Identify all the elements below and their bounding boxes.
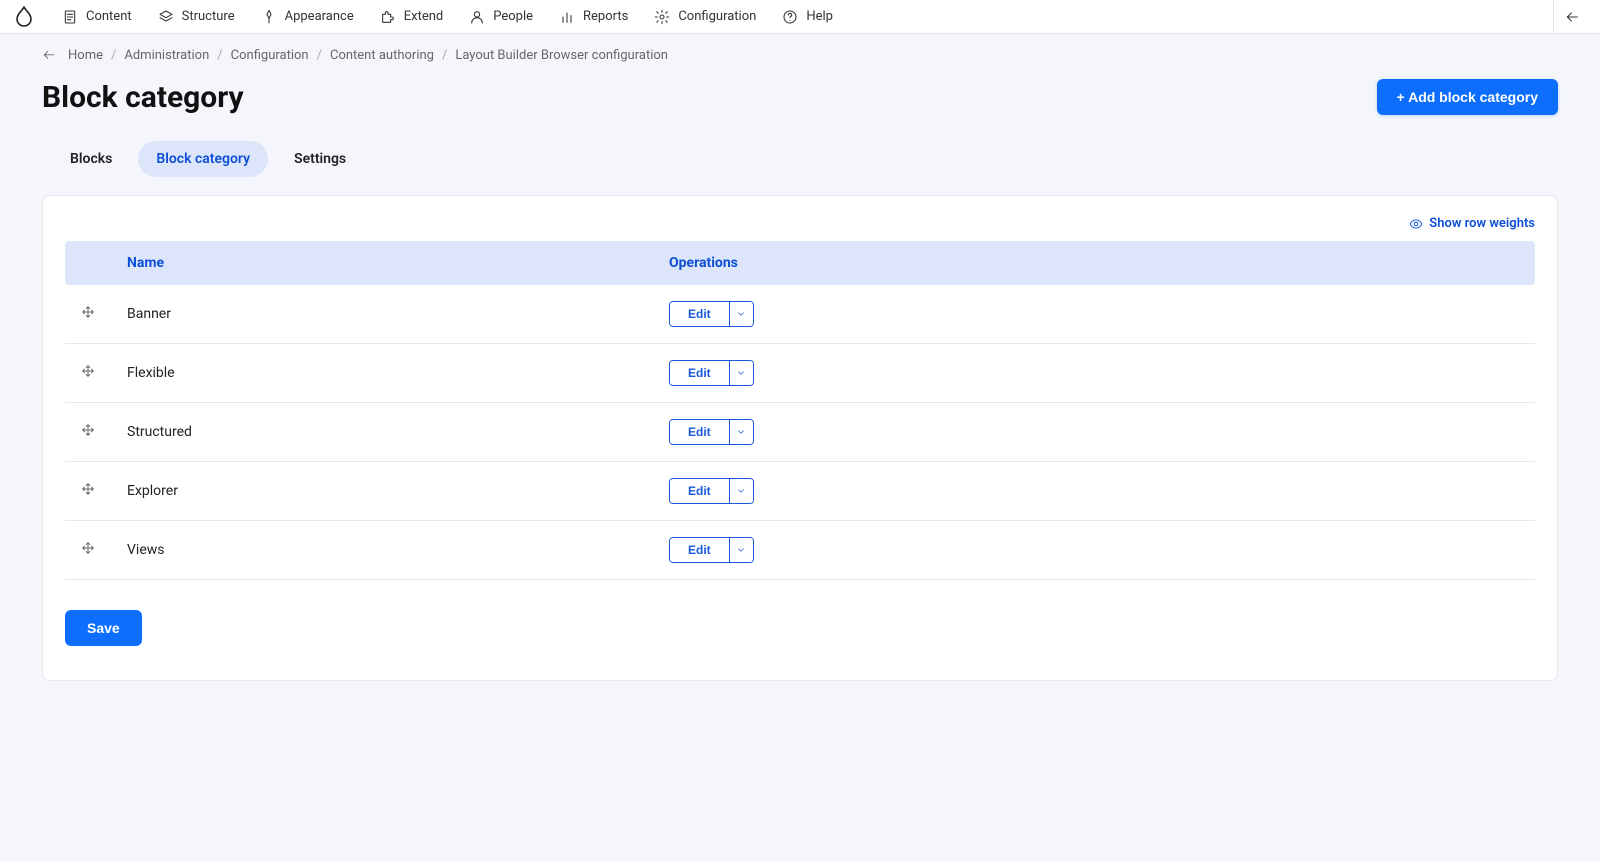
drag-handle-icon[interactable] bbox=[81, 482, 95, 496]
gear-icon bbox=[654, 9, 670, 25]
dropdown-toggle[interactable] bbox=[729, 361, 753, 385]
drupal-logo-icon[interactable] bbox=[12, 5, 36, 29]
toolbar-item-label: People bbox=[493, 9, 533, 24]
content-card: Show row weights Name Operations Banner E… bbox=[42, 195, 1558, 681]
operation-dropbutton: Edit bbox=[669, 360, 754, 386]
back-to-site-button[interactable] bbox=[1553, 0, 1590, 33]
edit-button[interactable]: Edit bbox=[670, 538, 729, 562]
edit-button[interactable]: Edit bbox=[670, 361, 729, 385]
operation-dropbutton: Edit bbox=[669, 301, 754, 327]
tab-settings[interactable]: Settings bbox=[276, 141, 364, 177]
category-table: Name Operations BannerEditFlexibleEditSt… bbox=[65, 241, 1535, 580]
row-name: Structured bbox=[111, 403, 653, 462]
toolbar-item-reports[interactable]: Reports bbox=[547, 3, 640, 31]
dropdown-toggle[interactable] bbox=[729, 479, 753, 503]
bar-chart-icon bbox=[559, 9, 575, 25]
row-name: Flexible bbox=[111, 344, 653, 403]
breadcrumb-item[interactable]: Configuration bbox=[231, 48, 309, 63]
row-name: Banner bbox=[111, 285, 653, 344]
help-icon bbox=[782, 9, 798, 25]
back-icon[interactable] bbox=[42, 49, 56, 63]
dropdown-toggle[interactable] bbox=[729, 538, 753, 562]
toolbar-item-content[interactable]: Content bbox=[50, 3, 144, 31]
add-block-category-button[interactable]: + Add block category bbox=[1377, 79, 1558, 115]
table-row: Explorer Edit bbox=[65, 462, 1535, 521]
toolbar-item-label: Reports bbox=[583, 9, 628, 24]
tabs: Blocks Block category Settings bbox=[0, 115, 1600, 177]
drag-handle-icon[interactable] bbox=[81, 541, 95, 555]
toolbar-item-label: Content bbox=[86, 9, 132, 24]
breadcrumb-item[interactable]: Administration bbox=[124, 48, 209, 63]
edit-button[interactable]: Edit bbox=[670, 302, 729, 326]
breadcrumb-item[interactable]: Layout Builder Browser configuration bbox=[455, 48, 668, 63]
edit-button[interactable]: Edit bbox=[670, 479, 729, 503]
row-name: Views bbox=[111, 521, 653, 580]
table-row: Banner Edit bbox=[65, 285, 1535, 344]
toolbar-item-help[interactable]: Help bbox=[770, 3, 845, 31]
chevron-down-icon bbox=[736, 545, 746, 555]
toolbar-item-configuration[interactable]: Configuration bbox=[642, 3, 768, 31]
dropdown-toggle[interactable] bbox=[729, 302, 753, 326]
chevron-down-icon bbox=[736, 427, 746, 437]
person-icon bbox=[469, 9, 485, 25]
layers-icon bbox=[158, 9, 174, 25]
drag-handle-icon[interactable] bbox=[81, 423, 95, 437]
row-name: Explorer bbox=[111, 462, 653, 521]
column-operations: Operations bbox=[653, 241, 1535, 285]
chevron-down-icon bbox=[736, 309, 746, 319]
admin-toolbar: Content Structure Appearance Extend Peop… bbox=[0, 0, 1600, 34]
tab-block-category[interactable]: Block category bbox=[138, 141, 268, 177]
document-icon bbox=[62, 9, 78, 25]
table-row: Structured Edit bbox=[65, 403, 1535, 462]
toolbar-item-people[interactable]: People bbox=[457, 3, 545, 31]
toolbar-item-structure[interactable]: Structure bbox=[146, 3, 247, 31]
toolbar-item-label: Configuration bbox=[678, 9, 756, 24]
edit-button[interactable]: Edit bbox=[670, 420, 729, 444]
operation-dropbutton: Edit bbox=[669, 478, 754, 504]
toolbar-item-label: Appearance bbox=[285, 9, 354, 24]
breadcrumb-home[interactable]: Home bbox=[68, 48, 103, 63]
drag-handle-icon[interactable] bbox=[81, 305, 95, 319]
puzzle-icon bbox=[380, 9, 396, 25]
tab-blocks[interactable]: Blocks bbox=[52, 141, 130, 177]
toolbar-item-label: Structure bbox=[182, 9, 235, 24]
toolbar-item-appearance[interactable]: Appearance bbox=[249, 3, 366, 31]
table-row: Flexible Edit bbox=[65, 344, 1535, 403]
chevron-down-icon bbox=[736, 486, 746, 496]
operation-dropbutton: Edit bbox=[669, 419, 754, 445]
column-name: Name bbox=[111, 241, 653, 285]
appearance-icon bbox=[261, 9, 277, 25]
show-row-weights-link[interactable]: Show row weights bbox=[1409, 216, 1535, 231]
dropdown-toggle[interactable] bbox=[729, 420, 753, 444]
table-row: Views Edit bbox=[65, 521, 1535, 580]
save-button[interactable]: Save bbox=[65, 610, 142, 646]
chevron-down-icon bbox=[736, 368, 746, 378]
operation-dropbutton: Edit bbox=[669, 537, 754, 563]
breadcrumb-item[interactable]: Content authoring bbox=[330, 48, 434, 63]
eye-icon bbox=[1409, 217, 1423, 231]
toolbar-item-label: Help bbox=[806, 9, 833, 24]
arrow-left-icon bbox=[1564, 9, 1580, 25]
toolbar-item-extend[interactable]: Extend bbox=[368, 3, 456, 31]
toolbar-item-label: Extend bbox=[404, 9, 444, 24]
breadcrumb: Home / Administration / Configuration / … bbox=[0, 34, 1600, 63]
page-title: Block category bbox=[42, 80, 244, 115]
drag-handle-icon[interactable] bbox=[81, 364, 95, 378]
